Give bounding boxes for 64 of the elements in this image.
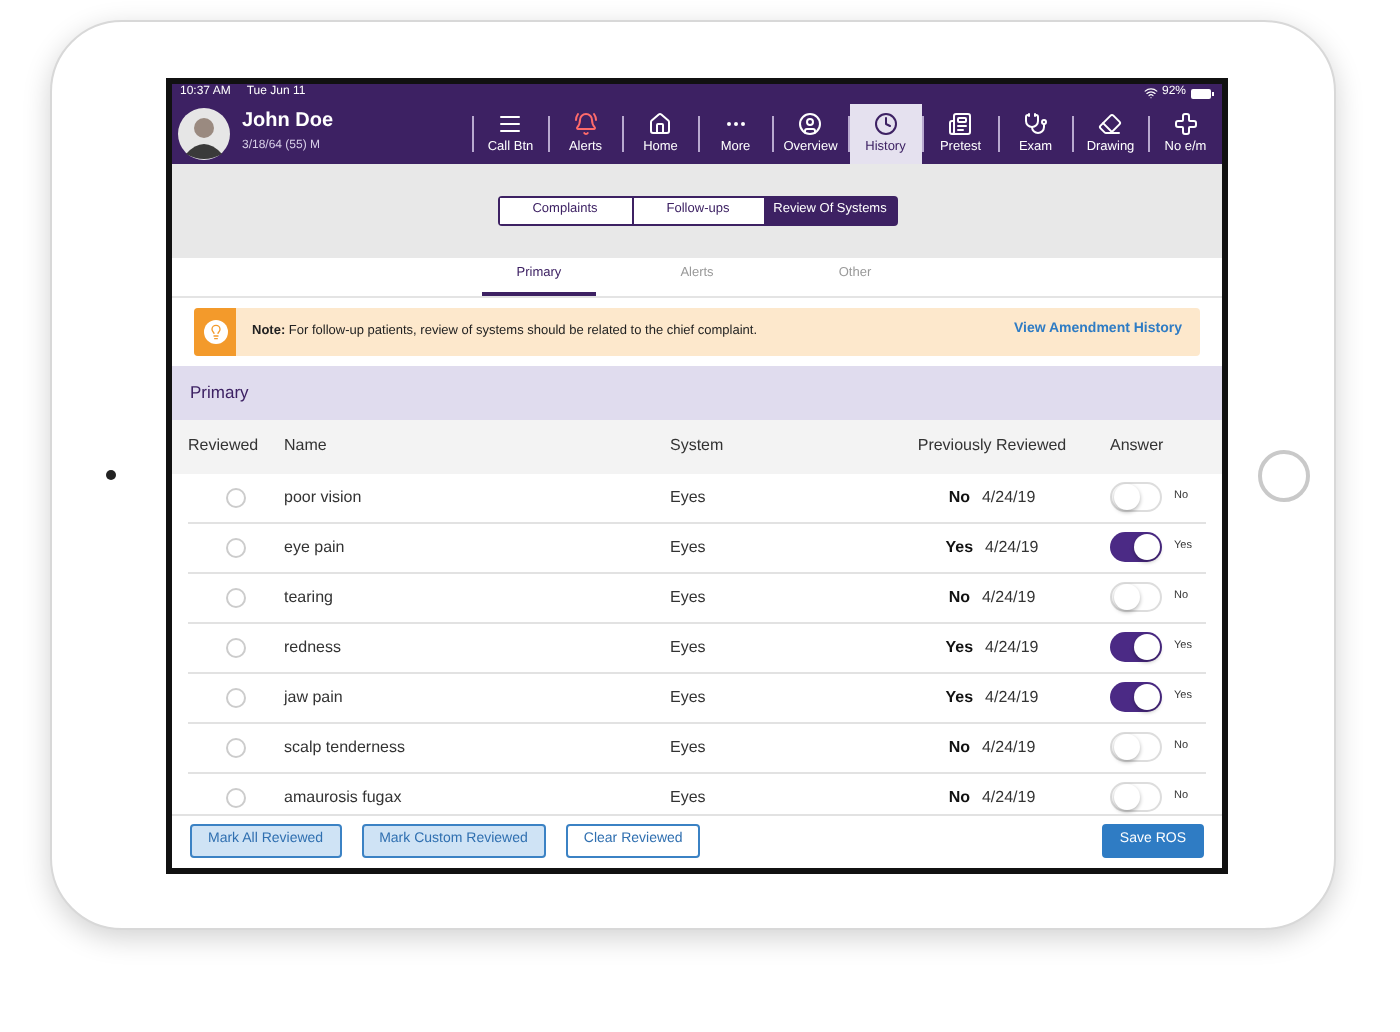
- answer-toggle[interactable]: [1110, 482, 1162, 512]
- system-cell-text: Eyes: [670, 635, 708, 659]
- column-header: Answer: [1108, 434, 1166, 458]
- previous-date: 4/24/19: [985, 635, 1039, 659]
- eraser-icon: [1098, 111, 1123, 135]
- reviewed-radio[interactable]: [226, 587, 246, 607]
- column-header: Reviewed: [186, 434, 261, 458]
- cross-icon: [1173, 111, 1198, 135]
- column-header: Name: [284, 434, 329, 458]
- system-cell-text: Eyes: [670, 535, 708, 559]
- system-cell-text: Eyes: [670, 735, 708, 759]
- symptom-name: tearing: [284, 585, 335, 609]
- system-cell-text: Eyes: [670, 485, 708, 509]
- answer-toggle[interactable]: [1110, 582, 1162, 612]
- reviewed-radio[interactable]: [226, 787, 246, 807]
- previous-answer: No: [948, 485, 970, 509]
- section-title: Primary: [190, 379, 249, 405]
- system-cell-text: Eyes: [670, 685, 708, 709]
- system-cell-text: Eyes: [670, 785, 708, 809]
- lightbulb-icon: [194, 307, 236, 355]
- symptom-name: eye pain: [284, 535, 347, 559]
- symptom-name: jaw pain: [284, 685, 345, 709]
- symptom-name: poor vision: [284, 485, 364, 509]
- column-header: System: [670, 434, 726, 458]
- document-icon: [948, 111, 973, 135]
- user-icon: [798, 111, 823, 135]
- bell-icon: [573, 111, 598, 135]
- previous-date: 4/24/19: [981, 485, 1036, 509]
- previous-answer: No: [948, 585, 970, 609]
- reviewed-radio[interactable]: [226, 737, 246, 757]
- home-icon: [648, 111, 673, 135]
- clock-icon: [873, 111, 898, 135]
- home-button[interactable]: [1258, 449, 1310, 501]
- patient-name: John Doe: [242, 110, 334, 134]
- symptom-name: amaurosis fugax: [284, 785, 404, 809]
- answer-toggle[interactable]: [1110, 732, 1162, 762]
- camera-icon: [106, 470, 116, 480]
- answer-toggle[interactable]: [1110, 632, 1162, 662]
- column-header: Previously Reviewed: [915, 434, 1069, 458]
- answer-toggle[interactable]: [1110, 532, 1162, 562]
- previous-answer: No: [948, 735, 970, 759]
- previous-answer: Yes: [945, 635, 974, 659]
- previous-date: 4/24/19: [981, 585, 1036, 609]
- system-cell-text: Eyes: [670, 585, 708, 609]
- symptom-name: redness: [284, 635, 343, 659]
- previous-date: 4/24/19: [985, 535, 1039, 559]
- previous-date: 4/24/19: [981, 785, 1036, 809]
- battery-icon: [1190, 87, 1214, 99]
- answer-toggle[interactable]: [1110, 682, 1162, 712]
- reviewed-radio[interactable]: [226, 487, 246, 507]
- previous-date: 4/24/19: [985, 685, 1039, 709]
- previous-answer: Yes: [945, 535, 974, 559]
- previous-answer: No: [948, 785, 970, 809]
- list-icon: [498, 111, 523, 135]
- symptom-name: scalp tenderness: [284, 735, 407, 759]
- wifi-icon: [1143, 86, 1158, 100]
- avatar: [178, 107, 230, 159]
- previous-answer: Yes: [945, 685, 974, 709]
- stethoscope-icon: [1023, 111, 1048, 135]
- reviewed-radio[interactable]: [226, 687, 246, 707]
- answer-toggle[interactable]: [1110, 782, 1162, 812]
- reviewed-radio[interactable]: [226, 637, 246, 657]
- reviewed-radio[interactable]: [226, 537, 246, 557]
- previous-date: 4/24/19: [981, 735, 1036, 759]
